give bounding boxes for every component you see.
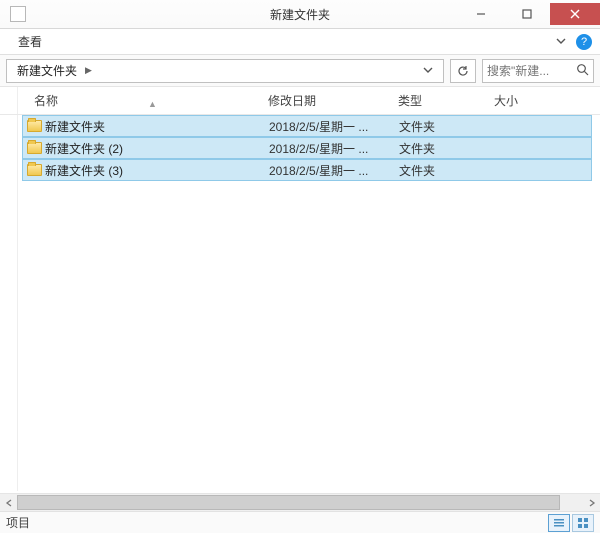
app-icon	[10, 6, 26, 22]
table-row[interactable]: 新建文件夹 (2) 2018/2/5/星期一 ... 文件夹	[22, 137, 592, 159]
column-header-size[interactable]: 大小	[490, 92, 600, 109]
folder-icon	[27, 120, 42, 132]
menubar: 查看 ?	[0, 29, 600, 55]
scroll-right-button[interactable]	[583, 494, 600, 511]
column-header-type[interactable]: 类型	[398, 92, 490, 109]
column-header-row: 名称 ▲ 修改日期 类型 大小	[0, 87, 600, 115]
folder-icon	[27, 164, 42, 176]
scroll-track[interactable]	[17, 494, 583, 511]
column-header-name-label: 名称	[34, 94, 58, 108]
sort-indicator-icon: ▲	[148, 99, 157, 109]
file-type: 文件夹	[399, 118, 491, 135]
minimize-button[interactable]	[458, 3, 504, 25]
column-header-date[interactable]: 修改日期	[268, 92, 398, 109]
window-controls	[458, 3, 600, 25]
view-icons-button[interactable]	[572, 514, 594, 532]
status-text: 项目	[6, 514, 30, 531]
file-type: 文件夹	[399, 162, 491, 179]
horizontal-scrollbar[interactable]	[0, 493, 600, 511]
titlebar: 新建文件夹	[0, 0, 600, 29]
table-row[interactable]: 新建文件夹 2018/2/5/星期一 ... 文件夹	[22, 115, 592, 137]
table-row[interactable]: 新建文件夹 (3) 2018/2/5/星期一 ... 文件夹	[22, 159, 592, 181]
file-name: 新建文件夹 (2)	[45, 140, 269, 157]
search-icon[interactable]	[576, 63, 589, 79]
help-button[interactable]: ?	[576, 34, 592, 50]
status-bar: 项目	[0, 511, 600, 533]
refresh-button[interactable]	[450, 59, 476, 83]
file-date: 2018/2/5/星期一 ...	[269, 140, 399, 157]
file-date: 2018/2/5/星期一 ...	[269, 118, 399, 135]
window-title: 新建文件夹	[270, 6, 330, 23]
file-type: 文件夹	[399, 140, 491, 157]
search-input[interactable]	[487, 64, 576, 78]
breadcrumb-item[interactable]: 新建文件夹	[11, 60, 83, 81]
breadcrumb-separator-icon[interactable]: ▶	[83, 65, 94, 76]
view-details-button[interactable]	[548, 514, 570, 532]
address-dropdown-icon[interactable]	[417, 64, 439, 78]
folder-icon	[27, 142, 42, 154]
scroll-thumb[interactable]	[17, 495, 560, 510]
address-bar: 新建文件夹 ▶	[0, 55, 600, 87]
maximize-button[interactable]	[504, 3, 550, 25]
file-name: 新建文件夹	[45, 118, 269, 135]
breadcrumb-box[interactable]: 新建文件夹 ▶	[6, 59, 444, 83]
column-header-name[interactable]: 名称 ▲	[0, 92, 268, 109]
file-name: 新建文件夹 (3)	[45, 162, 269, 179]
menu-view[interactable]: 查看	[8, 31, 52, 52]
file-list: 新建文件夹 2018/2/5/星期一 ... 文件夹 新建文件夹 (2) 201…	[0, 115, 600, 491]
close-button[interactable]	[550, 3, 600, 25]
ribbon-expand-button[interactable]	[550, 35, 572, 49]
file-date: 2018/2/5/星期一 ...	[269, 162, 399, 179]
search-box[interactable]	[482, 59, 594, 83]
scroll-left-button[interactable]	[0, 494, 17, 511]
